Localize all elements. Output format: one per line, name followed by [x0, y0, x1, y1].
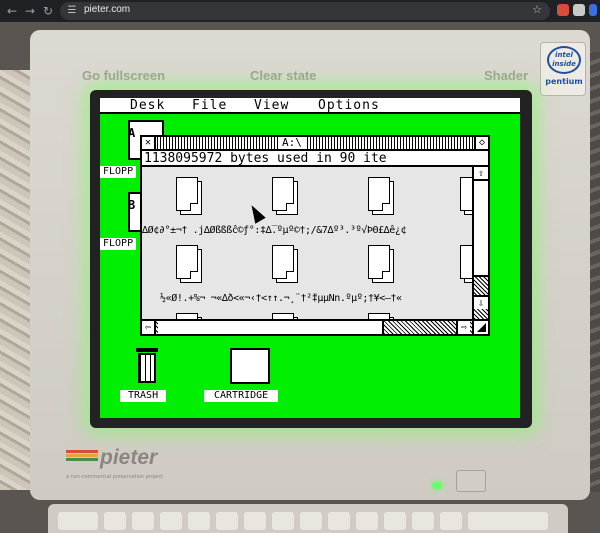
- go-fullscreen-link[interactable]: Go fullscreen: [82, 68, 165, 83]
- floppy-b-label: FLOPP: [100, 238, 137, 250]
- drive-letter: A: [128, 126, 136, 140]
- trash-icon[interactable]: TRASH: [104, 342, 176, 404]
- menu-view[interactable]: View: [254, 98, 289, 114]
- monitor: Go fullscreen Clear state Shader intel i…: [30, 30, 590, 500]
- scroll-left-icon[interactable]: ⇦: [142, 321, 156, 334]
- key[interactable]: [412, 512, 434, 530]
- file-icon[interactable]: [272, 177, 300, 217]
- file-icon[interactable]: [176, 177, 204, 217]
- scroll-up-icon[interactable]: ⇧: [474, 167, 488, 181]
- pieter-logo: pieter: [100, 446, 158, 469]
- key[interactable]: [188, 512, 210, 530]
- trash-can: [138, 353, 156, 383]
- file-icon[interactable]: [368, 177, 396, 217]
- power-led: [432, 482, 442, 489]
- bookmark-star-icon[interactable]: ☆: [532, 3, 542, 16]
- file-icon[interactable]: [460, 177, 472, 217]
- vertical-scroll-thumb[interactable]: [474, 181, 488, 277]
- key[interactable]: [132, 512, 154, 530]
- horizontal-scrollbar[interactable]: ⇦ ⇨: [142, 319, 488, 334]
- cartridge-drawer: [230, 348, 270, 384]
- file-icon[interactable]: [460, 245, 472, 285]
- cartridge-icon[interactable]: CARTRIDGE: [200, 342, 300, 404]
- window-title-bar[interactable]: ✕ A:\ ◇: [142, 137, 488, 151]
- background-art-left: [0, 70, 34, 490]
- page: Go fullscreen Clear state Shader intel i…: [0, 22, 600, 533]
- back-icon[interactable]: ←: [4, 3, 20, 19]
- file-icon[interactable]: [368, 245, 396, 285]
- gem-menubar: Desk File View Options: [100, 98, 520, 114]
- file-names-row: ∆Ø¢∂°±¬† .j∆Øßßßĉ©ƒ°:‡∆̅.ºµº©†;/&7∆º³.³º…: [142, 225, 407, 236]
- menu-file[interactable]: File: [192, 98, 227, 114]
- key[interactable]: [104, 512, 126, 530]
- key[interactable]: [300, 512, 322, 530]
- drive-letter: B: [128, 198, 136, 212]
- power-button[interactable]: [456, 470, 486, 492]
- resize-box-icon[interactable]: [472, 319, 488, 334]
- site-info-icon[interactable]: ☰: [66, 5, 78, 17]
- crt-bezel: Desk File View Options A FLOPP B FLOPP T…: [90, 90, 532, 428]
- shader-link[interactable]: Shader: [484, 68, 528, 83]
- intel-sticker: intel inside pentium: [540, 42, 586, 96]
- url-text: pieter.com: [84, 4, 131, 15]
- intel-badge: intel inside: [547, 46, 581, 74]
- key[interactable]: [328, 512, 350, 530]
- gem-screen[interactable]: Desk File View Options A FLOPP B FLOPP T…: [100, 98, 520, 418]
- key[interactable]: [384, 512, 406, 530]
- key[interactable]: [356, 512, 378, 530]
- window-content: ∆Ø¢∂°±¬† .j∆Øßßßĉ©ƒ°:‡∆̅.ºµº©†;/&7∆º³.³º…: [142, 167, 472, 323]
- key[interactable]: [58, 512, 98, 530]
- key[interactable]: [244, 512, 266, 530]
- browser-toolbar: ← → ↻ ☰ pieter.com ☆: [0, 0, 600, 22]
- key[interactable]: [272, 512, 294, 530]
- reload-icon[interactable]: ↻: [40, 3, 56, 19]
- scroll-right-icon[interactable]: ⇨: [456, 321, 470, 334]
- clear-state-link[interactable]: Clear state: [250, 68, 316, 83]
- file-names-row: ½«Ø!.+%¬ ¬«∆ð<«¬‹†<↑↑.¬¸¨†²̈‡µµNn.ºµº;†¥…: [160, 293, 402, 304]
- key[interactable]: [160, 512, 182, 530]
- profile-icon[interactable]: [589, 4, 597, 16]
- scroll-down-icon[interactable]: ⇩: [474, 295, 488, 309]
- vertical-scrollbar[interactable]: ⇧ ⇩: [472, 167, 488, 323]
- floppy-a-label: FLOPP: [100, 166, 137, 178]
- file-icon[interactable]: [176, 245, 204, 285]
- key[interactable]: [468, 512, 548, 530]
- trash-lid: [136, 348, 158, 352]
- tagline: a non-commercial preservation project: [66, 474, 164, 480]
- key[interactable]: [216, 512, 238, 530]
- file-icon[interactable]: [272, 245, 300, 285]
- menu-options[interactable]: Options: [318, 98, 380, 114]
- close-box-icon[interactable]: ✕: [142, 137, 156, 149]
- shield-icon[interactable]: [573, 4, 585, 16]
- horizontal-scroll-thumb[interactable]: [158, 321, 384, 334]
- intel-processor: pentium: [545, 77, 583, 86]
- key[interactable]: [440, 512, 462, 530]
- window-info-line: 1138095972 bytes used in 90 ite: [142, 151, 488, 167]
- address-bar[interactable]: ☰ pieter.com ☆: [60, 2, 550, 20]
- forward-icon[interactable]: →: [22, 3, 38, 19]
- folder-window[interactable]: ✕ A:\ ◇ 1138095972 bytes used in 90 ite …: [140, 135, 490, 336]
- fuller-box-icon[interactable]: ◇: [474, 137, 488, 149]
- logo-stripes: [66, 450, 98, 464]
- cartridge-label: CARTRIDGE: [204, 390, 279, 402]
- keyboard: [48, 504, 568, 533]
- trash-label: TRASH: [120, 390, 167, 402]
- window-title: A:\: [278, 137, 306, 149]
- extension-icon[interactable]: [557, 4, 569, 16]
- menu-desk[interactable]: Desk: [130, 98, 165, 114]
